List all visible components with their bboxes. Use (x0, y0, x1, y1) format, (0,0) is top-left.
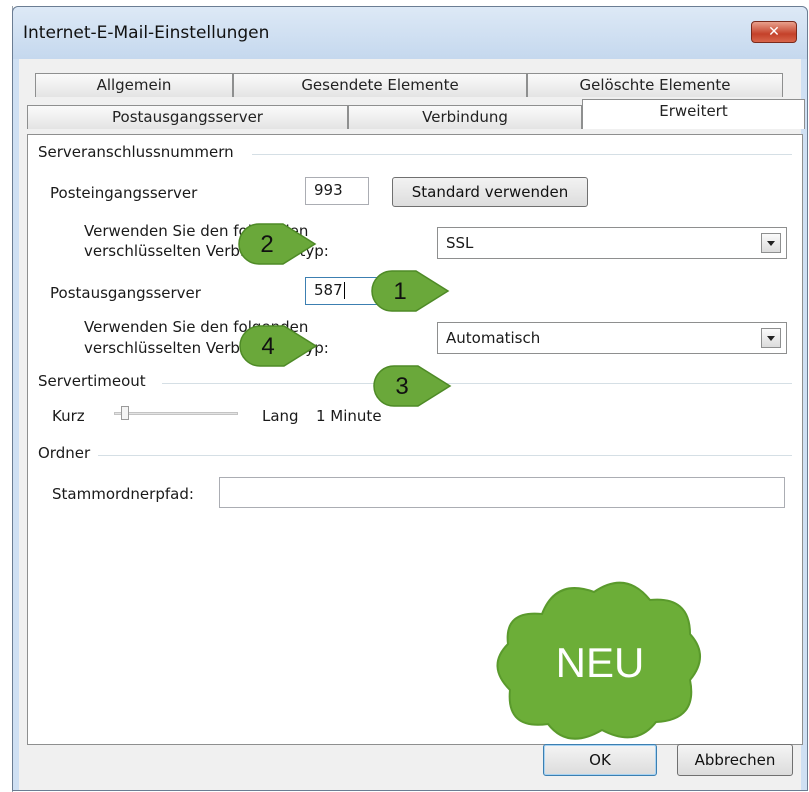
cloud-text: NEU (556, 639, 645, 686)
group-divider (98, 455, 792, 456)
callout-3: 3 (373, 365, 452, 407)
text-cursor (343, 282, 345, 299)
tab-gesendete-elemente[interactable]: Gesendete Elemente (233, 73, 527, 97)
timeout-long-label: Lang (262, 407, 299, 425)
timeout-slider[interactable] (114, 403, 238, 425)
slider-thumb[interactable] (121, 406, 129, 420)
callout-2: 2 (238, 223, 317, 265)
outgoing-server-label: Postausgangsserver (50, 284, 201, 302)
tab-allgemein[interactable]: Allgemein (35, 73, 233, 97)
outgoing-encryption-value: Automatisch (446, 329, 541, 347)
ok-button[interactable]: OK (543, 744, 657, 776)
tab-erweitert[interactable]: Erweitert (582, 99, 805, 129)
group-label-servertimeout: Servertimeout (38, 372, 146, 390)
incoming-port-input[interactable]: 993 (305, 177, 369, 205)
title-bar: Internet-E-Mail-Einstellungen ✕ (13, 7, 807, 59)
chevron-down-icon[interactable] (761, 233, 781, 253)
callout-number: 3 (395, 373, 408, 400)
group-divider (252, 154, 792, 155)
timeout-value: 1 Minute (316, 407, 382, 425)
incoming-encryption-select[interactable]: SSL (437, 227, 787, 259)
group-label-serveranschlussnummern: Serveranschlussnummern (38, 143, 234, 161)
group-label-ordner: Ordner (38, 444, 91, 462)
group-divider (162, 383, 792, 384)
callout-number: 4 (261, 333, 274, 360)
tab-postausgangsserver[interactable]: Postausgangsserver (27, 105, 348, 129)
email-settings-dialog: Internet-E-Mail-Einstellungen ✕ Allgemei… (12, 6, 808, 791)
root-path-label: Stammordnerpfad: (52, 485, 194, 503)
outgoing-port-value: 587 (314, 281, 343, 299)
slider-track (114, 412, 238, 415)
incoming-server-label: Posteingangsserver (50, 184, 198, 202)
close-button[interactable]: ✕ (751, 21, 797, 43)
root-path-input[interactable] (219, 477, 785, 508)
callout-1: 1 (371, 270, 450, 312)
erweitert-panel: Serveranschlussnummern Posteingangsserve… (27, 134, 803, 745)
callout-4: 4 (239, 325, 318, 367)
callout-number: 1 (393, 278, 406, 305)
close-icon: ✕ (768, 24, 780, 40)
chevron-down-icon[interactable] (761, 328, 781, 348)
tab-verbindung[interactable]: Verbindung (348, 105, 582, 129)
tab-geloeschte-elemente[interactable]: Gelöschte Elemente (527, 73, 783, 97)
dialog-content: Allgemein Gesendete Elemente Gelöschte E… (19, 59, 805, 790)
window-title: Internet-E-Mail-Einstellungen (23, 23, 270, 43)
cancel-button[interactable]: Abbrechen (677, 744, 793, 776)
incoming-encryption-value: SSL (446, 234, 474, 252)
new-cloud-badge: NEU (496, 581, 701, 740)
default-ports-button[interactable]: Standard verwenden (392, 177, 588, 207)
timeout-short-label: Kurz (52, 407, 85, 425)
outgoing-encryption-select[interactable]: Automatisch (437, 322, 787, 354)
callout-number: 2 (260, 231, 273, 258)
